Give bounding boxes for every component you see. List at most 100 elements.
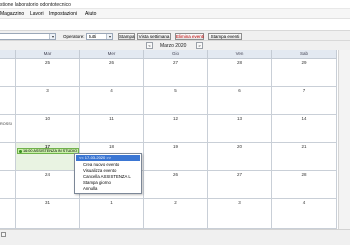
day-cell[interactable]: 3 bbox=[16, 87, 80, 115]
day-cell[interactable]: 27 bbox=[144, 59, 208, 87]
day-cell[interactable]: 4 bbox=[272, 199, 337, 229]
day-cell[interactable]: 4 bbox=[80, 87, 144, 115]
day-cell[interactable]: 10 bbox=[16, 115, 80, 143]
stampa-button[interactable]: Stampa bbox=[118, 33, 135, 40]
toolbar: Operatore: tutti Stampa Vista settimana … bbox=[0, 30, 350, 41]
day-number: 14 bbox=[301, 116, 307, 121]
day-header-sab: Sab bbox=[272, 50, 337, 59]
day-cell[interactable]: 19 bbox=[144, 143, 208, 171]
prev-month-button[interactable]: < bbox=[146, 42, 153, 49]
operator-select[interactable]: tutti bbox=[86, 33, 113, 40]
day-number: 2 bbox=[174, 200, 177, 205]
day-cell[interactable]: 25 bbox=[16, 59, 80, 87]
day-cell[interactable]: 11 bbox=[80, 115, 144, 143]
day-number: 3 bbox=[46, 88, 49, 93]
day-cell[interactable]: 1 bbox=[80, 199, 144, 229]
menu-bar: Magazzino Lavori Impostazioni Aiuto bbox=[0, 9, 350, 19]
day-number: 29 bbox=[301, 60, 307, 65]
menu-item-create-event[interactable]: Crea nuovo evento bbox=[83, 162, 119, 167]
menu-item-view-event[interactable]: Visualizza evento bbox=[83, 168, 116, 173]
calendar-event[interactable]: 16:00 ASSISTENZA IN STUDIO bbox=[17, 148, 79, 154]
day-number: 25 bbox=[44, 60, 50, 65]
event-dot-icon bbox=[19, 149, 22, 153]
menu-item-delete-event[interactable]: Cancella ASSISTENZA L bbox=[83, 174, 131, 179]
menu-aiuto[interactable]: Aiuto bbox=[85, 11, 96, 17]
day-number: 27 bbox=[172, 60, 178, 65]
day-number: 19 bbox=[172, 144, 178, 149]
day-number: 6 bbox=[238, 88, 241, 93]
menu-magazzino[interactable]: Magazzino bbox=[0, 11, 24, 17]
day-cell[interactable]: 2 bbox=[144, 199, 208, 229]
day-cell[interactable]: 12 bbox=[144, 115, 208, 143]
left-column-note: ROSSI bbox=[0, 122, 12, 126]
day-number: 13 bbox=[236, 116, 242, 121]
vertical-scrollbar[interactable] bbox=[338, 50, 350, 229]
day-header-mer: Mer bbox=[80, 50, 144, 59]
menu-impostazioni[interactable]: Impostazioni bbox=[49, 11, 77, 17]
day-number: 7 bbox=[302, 88, 306, 93]
day-cell[interactable]: 20 bbox=[208, 143, 272, 171]
month-navigation: < Marzo 2020 > bbox=[0, 41, 350, 50]
day-number: 27 bbox=[236, 172, 242, 177]
day-number: 28 bbox=[301, 172, 307, 177]
day-cell[interactable]: 13 bbox=[208, 115, 272, 143]
status-bar bbox=[0, 229, 350, 245]
menu-item-cancel[interactable]: Annulla bbox=[83, 186, 97, 191]
operator-label: Operatore: bbox=[63, 34, 85, 39]
month-title: Marzo 2020 bbox=[160, 43, 187, 49]
day-number: 24 bbox=[44, 172, 50, 177]
day-cell[interactable] bbox=[0, 87, 16, 115]
day-cell[interactable]: 26 bbox=[144, 171, 208, 199]
day-header-ven: Ven bbox=[208, 50, 272, 59]
chevron-down-icon[interactable] bbox=[49, 34, 55, 39]
day-header-blank bbox=[0, 50, 16, 59]
day-header-mar: Mar bbox=[16, 50, 80, 59]
day-number: 21 bbox=[301, 144, 307, 149]
day-cell[interactable] bbox=[0, 143, 16, 171]
day-number: 28 bbox=[236, 60, 242, 65]
chevron-down-icon[interactable] bbox=[106, 34, 112, 39]
day-cell[interactable]: 5 bbox=[144, 87, 208, 115]
delete-events-button[interactable]: Elimina eventi bbox=[175, 33, 204, 40]
day-number: 26 bbox=[108, 60, 114, 65]
day-cell[interactable]: 14 bbox=[272, 115, 337, 143]
window-title: stione laboratorio odontotecnico bbox=[0, 2, 71, 8]
menu-lavori[interactable]: Lavori bbox=[30, 11, 44, 17]
day-cell[interactable] bbox=[0, 171, 16, 199]
day-cell[interactable] bbox=[0, 199, 16, 229]
day-cell[interactable]: 3 bbox=[208, 199, 272, 229]
day-number: 1 bbox=[110, 200, 113, 205]
day-cell[interactable]: 24 bbox=[16, 171, 80, 199]
day-number: 26 bbox=[172, 172, 178, 177]
day-number: 20 bbox=[236, 144, 242, 149]
day-number: 12 bbox=[172, 116, 178, 121]
month-calendar: Mar Mer Gio Ven Sab 25 26 27 28 29 3 4 5… bbox=[0, 50, 337, 229]
day-cell[interactable]: 31 bbox=[16, 199, 80, 229]
day-cell[interactable] bbox=[0, 59, 16, 87]
day-number: 18 bbox=[108, 144, 114, 149]
day-cell[interactable]: 27 bbox=[208, 171, 272, 199]
menu-item-print-day[interactable]: Stampa giorno bbox=[83, 180, 111, 185]
print-events-button[interactable]: Stampa eventi bbox=[208, 33, 242, 40]
day-number: 10 bbox=[44, 116, 50, 121]
spacer bbox=[0, 19, 350, 30]
day-number: 4 bbox=[302, 200, 306, 205]
day-number: 31 bbox=[44, 200, 50, 205]
operator-value: tutti bbox=[89, 34, 97, 39]
view-select[interactable] bbox=[0, 33, 56, 40]
day-cell[interactable]: 28 bbox=[272, 171, 337, 199]
day-cell[interactable]: 6 bbox=[208, 87, 272, 115]
context-menu-date-header[interactable]: << 17-03-2020 >> bbox=[76, 155, 140, 161]
status-icon bbox=[1, 232, 6, 237]
day-cell[interactable]: 26 bbox=[80, 59, 144, 87]
title-bar: stione laboratorio odontotecnico bbox=[0, 0, 350, 9]
day-header-gio: Gio bbox=[144, 50, 208, 59]
day-cell[interactable]: 21 bbox=[272, 143, 337, 171]
day-cell[interactable]: 29 bbox=[272, 59, 337, 87]
day-cell[interactable]: 7 bbox=[272, 87, 337, 115]
context-menu: << 17-03-2020 >> Crea nuovo evento Visua… bbox=[74, 153, 142, 194]
day-cell[interactable]: 28 bbox=[208, 59, 272, 87]
week-view-button[interactable]: Vista settimana bbox=[137, 33, 171, 40]
day-cell[interactable] bbox=[0, 115, 16, 143]
next-month-button[interactable]: > bbox=[196, 42, 203, 49]
